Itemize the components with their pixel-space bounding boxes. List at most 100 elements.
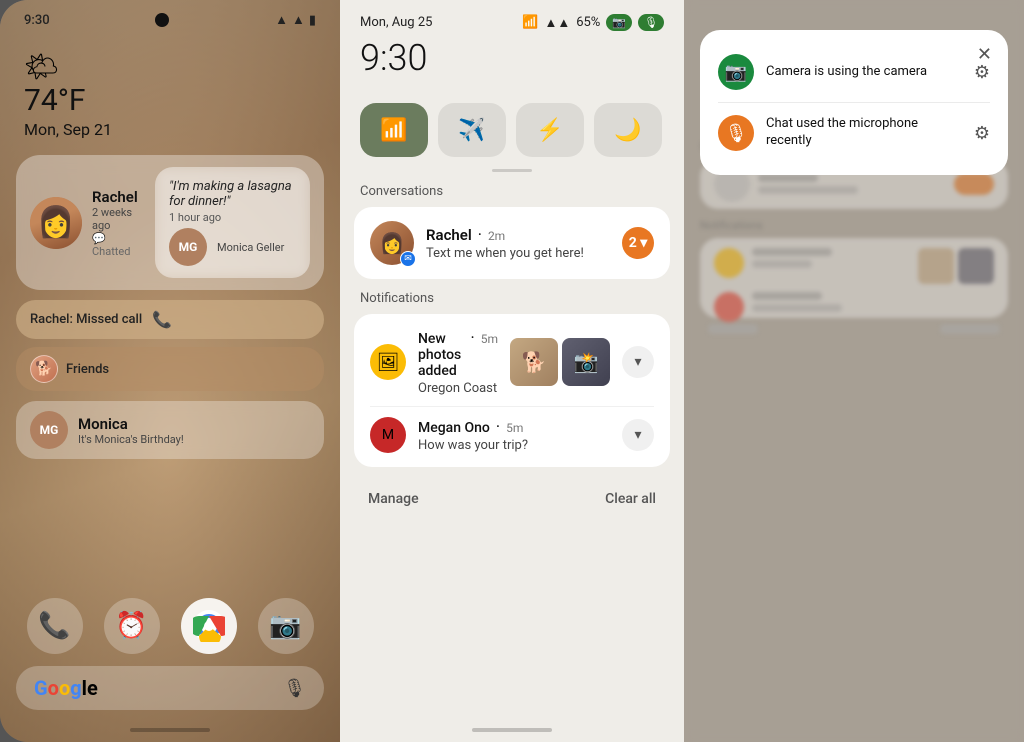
camera-app[interactable]: 📷	[258, 598, 314, 654]
monica-name: Monica Geller	[217, 241, 284, 254]
bg-notifications-label: Notifications	[700, 219, 1008, 232]
conversations-label: Conversations	[340, 184, 684, 207]
bullet-sep-3: ·	[496, 417, 500, 436]
airplane-toggle[interactable]: ✈️	[438, 103, 506, 157]
rachel-expand-button[interactable]: 2 ▾	[622, 227, 654, 259]
signal-icon: ▲	[292, 12, 305, 28]
search-bar[interactable]: Google 🎙	[16, 666, 324, 710]
permission-dialog-box: ✕ 📷 Camera is using the camera ⚙ 🎙 Chat …	[700, 30, 1008, 175]
phone-app[interactable]: 📞	[27, 598, 83, 654]
megan-notif-content: Megan Ono · 5m How was your trip?	[418, 417, 610, 453]
notif-wifi-icon: 📶	[522, 15, 538, 30]
mic-permission-text: Chat used the microphone recently	[766, 116, 962, 150]
wifi-icon: ▲	[275, 12, 288, 28]
rachel-notif-avatar: 👩 ✉	[370, 221, 414, 265]
monica-birthday-widget[interactable]: MG Monica It's Monica's Birthday!	[16, 401, 324, 459]
rachel-chat-widget[interactable]: Rachel 2 weeks ago 💬 Chatted "I'm making…	[16, 155, 324, 290]
monica-widget-info: Monica It's Monica's Birthday!	[78, 415, 184, 446]
rachel-notif-message: Text me when you get here!	[426, 246, 610, 261]
widgets-area: Rachel 2 weeks ago 💬 Chatted "I'm making…	[16, 143, 324, 588]
dialog-close-button[interactable]: ✕	[977, 44, 992, 65]
rachel-widget-info: Rachel 2 weeks ago 💬 Chatted	[92, 188, 145, 258]
camera-permission-text: Camera is using the camera	[766, 64, 962, 81]
voice-search-icon[interactable]: 🎙	[283, 678, 306, 699]
friends-photos: 🐕	[30, 355, 58, 383]
google-g-logo: Google	[34, 676, 98, 700]
monica-avatar: MG	[30, 411, 68, 449]
phone-icon: 📞	[152, 310, 172, 329]
quote-text: "I'm making a lasagna for dinner!"	[169, 179, 296, 209]
quote-time: 1 hour ago	[169, 211, 296, 224]
rachel-notif-name: Rachel	[426, 226, 472, 244]
notif-battery-text: 65%	[576, 15, 600, 30]
mg-avatar: MG	[169, 228, 207, 266]
mic-settings-icon[interactable]: ⚙	[974, 123, 990, 144]
mic-permission-icon: 🎙	[718, 115, 754, 151]
camera-dot	[155, 13, 169, 27]
chat-icon-small: 💬	[92, 232, 106, 245]
photos-notif-time: 5m	[481, 332, 498, 346]
monica-widget-sub: It's Monica's Birthday!	[78, 433, 184, 446]
manage-button[interactable]: Manage	[368, 491, 419, 507]
photos-expand-button[interactable]: ▾	[622, 346, 654, 378]
shade-divider	[492, 169, 532, 172]
camera-status-pill: 📷	[606, 14, 632, 31]
weather-widget: 🌤 74°F Mon, Sep 21	[16, 34, 324, 143]
weather-date: Mon, Sep 21	[24, 120, 316, 139]
chrome-app[interactable]	[181, 598, 237, 654]
rachel-status: 💬 Chatted	[92, 232, 145, 258]
friends-label: Friends	[66, 362, 109, 377]
rachel-notif-content: Rachel · 2m Text me when you get here!	[426, 225, 610, 261]
notif-home-indicator	[472, 728, 552, 732]
megan-expand-button[interactable]: ▾	[622, 419, 654, 451]
photos-notif-title: New photos added	[418, 331, 465, 379]
friends-widget[interactable]: 🐕 Friends	[16, 347, 324, 391]
battery-saver-toggle[interactable]: ⚡	[516, 103, 584, 157]
mic-status-pill: 🎙	[638, 14, 664, 31]
rachel-conversation-card[interactable]: 👩 ✉ Rachel · 2m Text me when you get her…	[354, 207, 670, 279]
notification-shade: Mon, Aug 25 📶 ▲▲ 65% 📷 🎙 9:30 📶 ✈️ ⚡ 🌙 C…	[340, 0, 684, 742]
notif-card-divider	[370, 406, 654, 407]
dock-apps-row: 📞 ⏰ 📷	[16, 598, 324, 654]
quote-widget[interactable]: "I'm making a lasagna for dinner!" 1 hou…	[155, 167, 310, 278]
rachel-sub: 2 weeks ago	[92, 206, 145, 232]
photos-notif-content: New photos added · 5m Oregon Coast	[418, 328, 498, 396]
home-indicator	[130, 728, 210, 732]
home-time: 9:30	[24, 13, 50, 28]
monica-widget-name: Monica	[78, 415, 184, 433]
rachel-avatar	[30, 197, 82, 249]
do-not-disturb-toggle[interactable]: 🌙	[594, 103, 662, 157]
megan-notif-name: Megan Ono	[418, 420, 490, 436]
notif-date-top: Mon, Aug 25	[360, 15, 432, 30]
clear-all-button[interactable]: Clear all	[605, 491, 656, 507]
photo-thumb-1: 🐕	[510, 338, 558, 386]
notif-clock: 9:30	[340, 37, 684, 87]
app-dock: 📞 ⏰ 📷 Google �	[16, 588, 324, 722]
weather-temp: 74°F	[24, 83, 316, 118]
camera-permission-row: 📷 Camera is using the camera ⚙	[718, 46, 990, 98]
mic-permission-row: 🎙 Chat used the microphone recently ⚙	[718, 107, 990, 159]
notif-status-bar: Mon, Aug 25 📶 ▲▲ 65% 📷 🎙	[340, 0, 684, 37]
home-screen: 9:30 ▲ ▲ ▮ 🌤 74°F Mon, Sep 21 Rachel	[0, 0, 340, 742]
friend-photo-1: 🐕	[30, 355, 58, 383]
gmail-app-icon: M	[370, 417, 406, 453]
clock-app[interactable]: ⏰	[104, 598, 160, 654]
photos-notification-card[interactable]: 🖼 New photos added · 5m Oregon Coast 🐕 📸…	[354, 314, 670, 467]
missed-call-widget[interactable]: Rachel: Missed call 📞	[16, 300, 324, 339]
megan-notif-message: How was your trip?	[418, 438, 610, 453]
rachel-name: Rachel	[92, 188, 145, 206]
photos-notif-subtitle: Oregon Coast	[418, 381, 498, 396]
status-icons: ▲ ▲ ▮	[275, 12, 316, 28]
permission-dialog-panel: Conversations Notifications	[684, 0, 1024, 742]
weather-icon: 🌤	[24, 50, 316, 83]
megan-notif-time: 5m	[506, 421, 523, 435]
wifi-toggle[interactable]: 📶	[360, 103, 428, 157]
battery-icon: ▮	[309, 13, 316, 28]
photos-thumbnails: 🐕 📸	[510, 338, 610, 386]
notification-footer: Manage Clear all	[340, 475, 684, 517]
camera-permission-icon: 📷	[718, 54, 754, 90]
bg-card-2	[700, 238, 1008, 318]
rachel-notif-time: 2m	[488, 229, 505, 243]
monica-mini: MG Monica Geller	[169, 228, 296, 266]
bullet-separator: ·	[478, 225, 482, 244]
